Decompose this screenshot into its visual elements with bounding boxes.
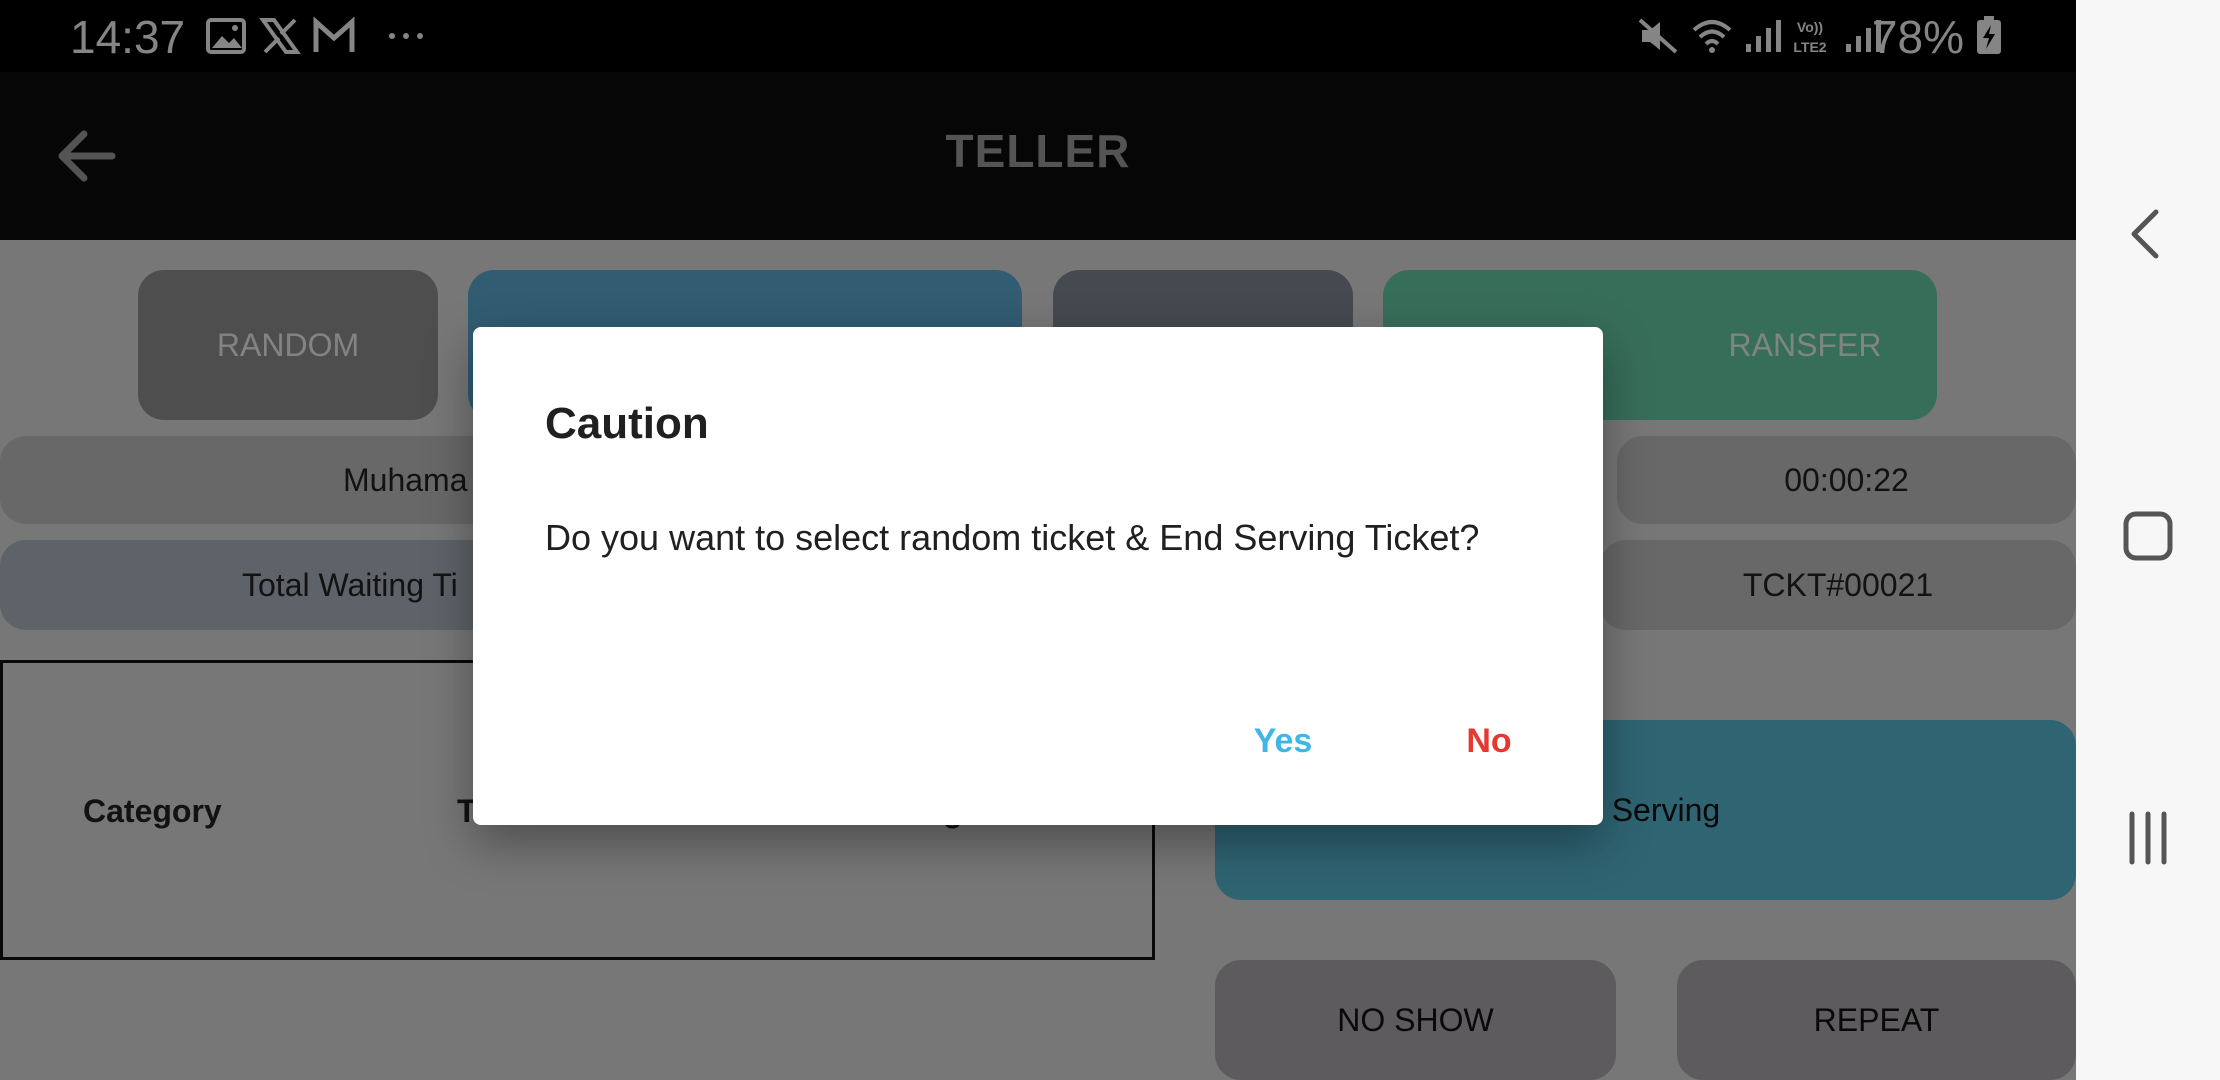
dialog-message: Do you want to select random ticket & En… — [545, 517, 1480, 558]
no-button[interactable]: No — [1439, 705, 1539, 777]
app-screen: 14:37 Vo)) LTE2 78% TELLER RANDOM RANSFE… — [0, 0, 2076, 1080]
yes-button[interactable]: Yes — [1223, 705, 1343, 777]
recents-icon[interactable] — [2118, 808, 2178, 868]
back-chevron-icon[interactable] — [2118, 204, 2178, 264]
home-square-icon[interactable] — [2118, 506, 2178, 566]
system-nav-bar — [2076, 0, 2220, 1080]
dialog-title: Caution — [545, 399, 709, 448]
caution-dialog: Caution Do you want to select random tic… — [473, 327, 1603, 825]
